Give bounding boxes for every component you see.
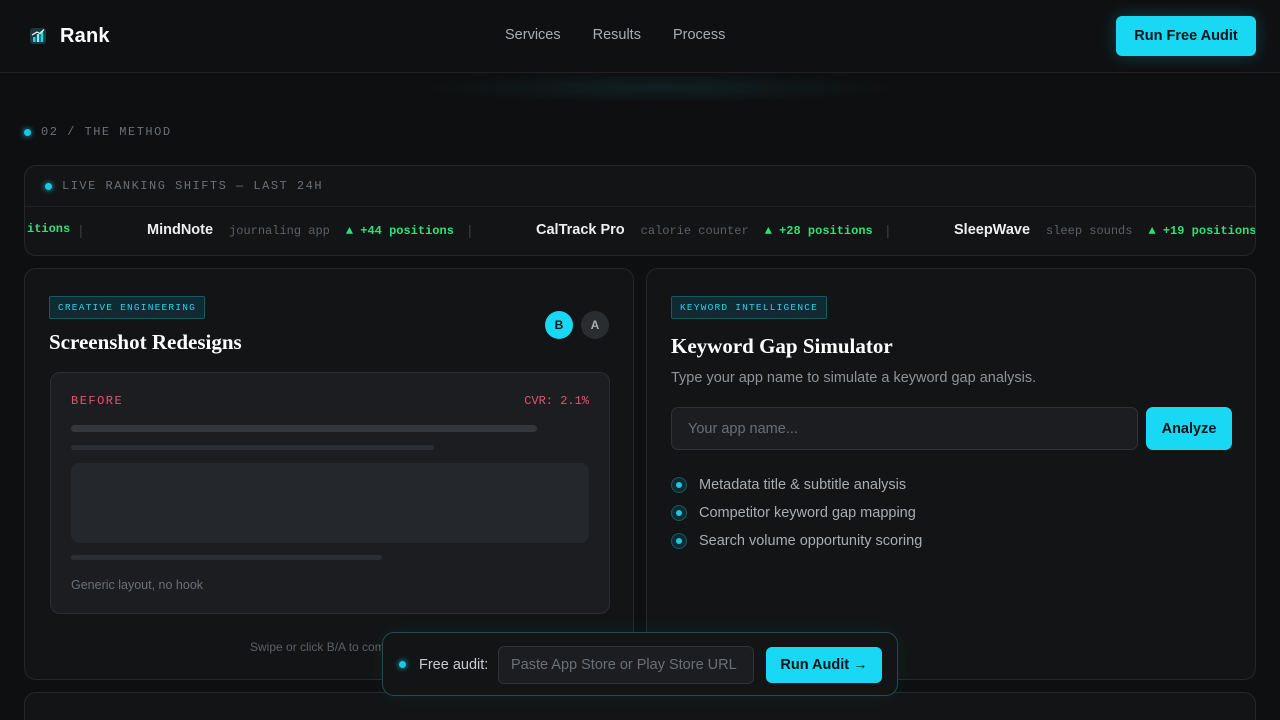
nav-services[interactable]: Services	[505, 27, 561, 43]
creative-engineering-tag: CREATIVE ENGINEERING	[49, 296, 206, 319]
feature-text: Competitor keyword gap mapping	[699, 505, 916, 521]
live-dot-icon	[45, 182, 52, 190]
store-url-input[interactable]	[498, 646, 754, 684]
creative-engineering-card: CREATIVE ENGINEERING Screenshot Redesign…	[24, 268, 634, 680]
before-label: BEFORE	[71, 394, 124, 408]
ticker-title: LIVE RANKING SHIFTS — LAST 24H	[62, 179, 324, 193]
keyword-intelligence-tag: KEYWORD INTELLIGENCE	[671, 296, 828, 319]
bullet-dot-icon	[671, 533, 687, 549]
ticker-gain: ▲ +44 positions	[345, 224, 454, 238]
ticker-item: MindNote journaling app ▲ +44 positions	[147, 222, 454, 238]
placeholder-line	[71, 555, 382, 560]
section-label-text: 02 / THE METHOD	[41, 125, 172, 139]
feature-item: Competitor keyword gap mapping	[671, 499, 922, 527]
ticker-app-name: CalTrack Pro	[536, 222, 625, 238]
ticker-separator: |	[79, 222, 83, 238]
feature-item: Metadata title & subtitle analysis	[671, 471, 922, 499]
toggle-b-button[interactable]: B	[545, 311, 573, 339]
feature-text: Search volume opportunity scoring	[699, 533, 923, 549]
ticker-separator: |	[886, 222, 890, 238]
ticker-separator: |	[468, 222, 472, 238]
section-label: 02 / THE METHOD	[24, 125, 172, 139]
ranking-ticker: LIVE RANKING SHIFTS — LAST 24H itions | …	[24, 165, 1256, 256]
bullet-dot-icon	[671, 477, 687, 493]
ticker-item: SleepWave sleep sounds ▲ +19 positions	[954, 222, 1256, 238]
ticker-gain: ▲ +19 positions	[1148, 224, 1256, 238]
analyze-button[interactable]: Analyze	[1146, 407, 1232, 450]
main-nav: Services Results Process	[505, 27, 725, 43]
header-glow	[420, 73, 900, 103]
screenshot-redesigns-title: Screenshot Redesigns	[49, 330, 242, 354]
toggle-a-button[interactable]: A	[581, 311, 609, 339]
app-name-input[interactable]	[671, 407, 1138, 450]
keyword-intelligence-card: KEYWORD INTELLIGENCE Keyword Gap Simulat…	[646, 268, 1256, 680]
site-header: Rank Services Results Process Run Free A…	[0, 0, 1280, 73]
keyword-gap-title: Keyword Gap Simulator	[671, 334, 893, 358]
bullet-dot-icon	[671, 505, 687, 521]
free-audit-label: Free audit:	[419, 657, 489, 673]
ticker-item-partial: itions	[27, 222, 70, 236]
run-audit-button[interactable]: Run Audit →	[766, 647, 882, 683]
nav-results[interactable]: Results	[593, 27, 641, 43]
ticker-app-category: sleep sounds	[1046, 224, 1133, 238]
placeholder-line	[71, 445, 434, 450]
ticker-app-name: SleepWave	[954, 222, 1031, 238]
feature-text: Metadata title & subtitle analysis	[699, 477, 907, 493]
before-caption: Generic layout, no hook	[71, 578, 204, 592]
placeholder-line	[71, 425, 537, 432]
ticker-item: CalTrack Pro calorie counter ▲ +28 posit…	[536, 222, 873, 238]
ticker-header: LIVE RANKING SHIFTS — LAST 24H	[25, 166, 1255, 207]
ticker-app-category: journaling app	[229, 224, 330, 238]
run-free-audit-button[interactable]: Run Free Audit	[1116, 16, 1256, 56]
floating-audit-bar: Free audit: Run Audit →	[382, 632, 898, 696]
feature-list: Metadata title & subtitle analysis Compe…	[671, 471, 922, 555]
ticker-app-category: calorie counter	[640, 224, 749, 238]
ticker-app-name: MindNote	[147, 222, 214, 238]
logo[interactable]: Rank	[26, 24, 110, 48]
status-dot-icon	[24, 128, 31, 136]
ticker-gain: itions	[27, 222, 71, 236]
feature-item: Search volume opportunity scoring	[671, 527, 922, 555]
status-dot-icon	[399, 661, 406, 668]
ticker-row: itions | MindNote journaling app ▲ +44 p…	[25, 207, 1255, 255]
before-preview: BEFORE CVR: 2.1% Generic layout, no hook	[50, 372, 610, 614]
placeholder-image	[71, 463, 589, 543]
ticker-gain: ▲ +28 positions	[764, 224, 873, 238]
keyword-gap-description: Type your app name to simulate a keyword…	[671, 370, 1037, 386]
brand-name: Rank	[60, 24, 110, 47]
next-card	[24, 692, 1256, 720]
cvr-value: CVR: 2.1%	[524, 394, 589, 408]
chart-bars-icon	[26, 24, 50, 48]
nav-process[interactable]: Process	[673, 27, 725, 43]
